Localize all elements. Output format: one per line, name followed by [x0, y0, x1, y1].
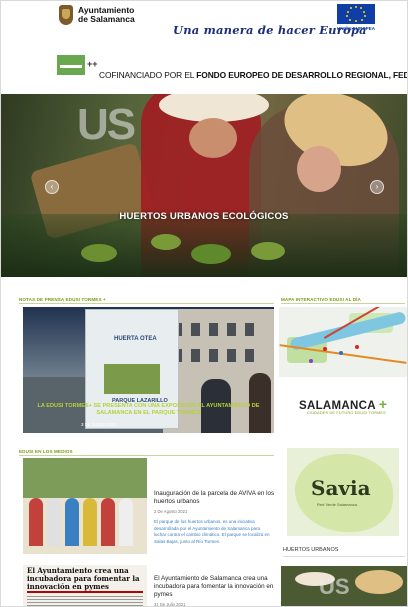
eu-flag-icon — [337, 4, 375, 24]
savia-logo: Savia — [311, 476, 371, 500]
site-header: Ayuntamiento de Salamanca Una manera de … — [1, 1, 407, 93]
map-pin-icon[interactable] — [309, 359, 313, 363]
savia-tagline: Red Verde Salamanca — [317, 502, 358, 507]
chevron-right-icon[interactable]: › — [370, 180, 384, 194]
huertos-section-title[interactable]: HUERTOS URBANOS — [283, 547, 338, 553]
chevron-left-icon[interactable]: ‹ — [45, 180, 59, 194]
ayuntamiento-logo[interactable]: Ayuntamiento de Salamanca — [59, 5, 135, 25]
salamanca-plus-tagline: CIUDADES DE FUTURO EDUSI TORMES — [307, 411, 386, 415]
map-section-title[interactable]: MAPA INTERACTIVO EDUSI AL DÍA — [281, 297, 361, 302]
news-divider — [19, 303, 274, 304]
media-divider — [19, 455, 274, 456]
feder-bold: FONDO EUROPEO DE DESARROLLO REGIONAL, FE… — [196, 70, 408, 80]
map-pin-icon[interactable] — [355, 345, 359, 349]
hero-title[interactable]: HUERTOS URBANOS ECOLÓGICOS — [1, 211, 407, 222]
huertos-thumbnail[interactable]: US — [281, 566, 407, 606]
media-item-excerpt[interactable]: El parque de los huertos urbanos, es una… — [154, 519, 272, 545]
media-item-image[interactable]: El Ayuntamiento crea una incubadora para… — [23, 565, 147, 606]
map-divider — [281, 303, 405, 304]
news-section-title[interactable]: NOTAS DE PRENSA EDUSI TORMES + — [19, 297, 106, 302]
coat-of-arms-icon — [59, 5, 73, 25]
salamanca-plus-logo[interactable]: SALAMANCA + — [299, 396, 387, 412]
news-caption[interactable]: LA EDUSI TORMES+ SE PRESENTA CON UNA EXP… — [23, 403, 274, 416]
huertos-overlay-text: US — [319, 574, 350, 599]
ayuntamiento-line-2: de Salamanca — [78, 14, 135, 24]
page-frame: Ayuntamiento de Salamanca Una manera de … — [0, 0, 408, 607]
interactive-map[interactable] — [279, 307, 407, 377]
media-item-image[interactable] — [23, 458, 147, 554]
hero-overlay-text: US — [77, 100, 136, 149]
panel-title: HUERTA OTEA — [114, 336, 157, 342]
news-date: 3 DE JUNIO 2021 — [81, 422, 117, 427]
feder-prefix: COFINANCIADO POR EL — [99, 70, 197, 80]
map-pin-icon[interactable] — [323, 347, 327, 351]
feder-cofinancing-text: COFINANCIADO POR EL FONDO EUROPEO DE DES… — [99, 70, 408, 80]
eu-label: UNIÓN EUROPEA — [337, 26, 376, 31]
hero-slider[interactable]: US HUERTOS URBANOS ECOLÓGICOS ‹ › — [1, 94, 407, 277]
media-image-headline: El Ayuntamiento crea una incubadora para… — [27, 566, 140, 591]
media-section-title[interactable]: EDUSI EN LOS MEDIOS — [19, 449, 73, 454]
plus-sign: ++ — [87, 59, 98, 69]
huertos-divider — [283, 556, 405, 557]
media-item-title[interactable]: Inauguración de la parcela de AVIVA en l… — [154, 490, 279, 506]
savia-banner[interactable]: Savia Red Verde Salamanca — [287, 448, 399, 536]
media-item-date: 2 De Agosto 2021 — [154, 509, 188, 514]
eu-logo: UNIÓN EUROPEA — [337, 4, 375, 32]
edusi-tormes-logo — [57, 55, 85, 75]
media-item-date: 31 De Julio 2021 — [154, 602, 186, 607]
plus-icon: + — [378, 396, 388, 412]
map-pin-icon[interactable] — [339, 351, 343, 355]
media-item-title[interactable]: El Ayuntamiento de Salamanca crea una in… — [154, 575, 279, 599]
ayuntamiento-name: Ayuntamiento de Salamanca — [78, 6, 135, 24]
